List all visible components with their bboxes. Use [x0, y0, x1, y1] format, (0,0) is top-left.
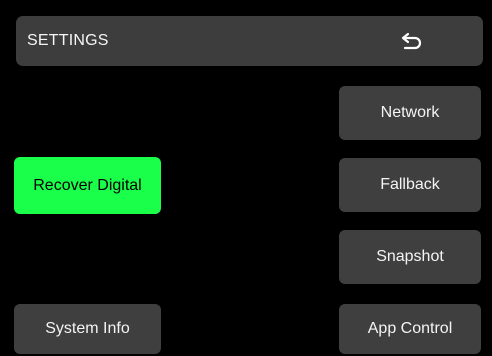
snapshot-button-label: Snapshot — [376, 248, 444, 265]
fallback-button-label: Fallback — [380, 176, 440, 193]
recover-digital-button[interactable]: Recover Digital — [14, 157, 161, 214]
page-title: SETTINGS — [27, 32, 109, 49]
app-control-button-label: App Control — [367, 320, 453, 337]
snapshot-button[interactable]: Snapshot — [339, 230, 481, 284]
network-button[interactable]: Network — [339, 86, 481, 140]
system-info-button-label: System Info — [45, 320, 130, 337]
undo-arrow-icon — [401, 32, 423, 50]
back-button[interactable] — [382, 20, 442, 62]
recover-digital-button-label: Recover Digital — [33, 176, 142, 194]
fallback-button[interactable]: Fallback — [339, 158, 481, 212]
system-info-button[interactable]: System Info — [14, 304, 161, 354]
settings-header: SETTINGS — [16, 16, 483, 66]
app-control-button[interactable]: App Control — [339, 304, 481, 354]
network-button-label: Network — [380, 104, 440, 121]
